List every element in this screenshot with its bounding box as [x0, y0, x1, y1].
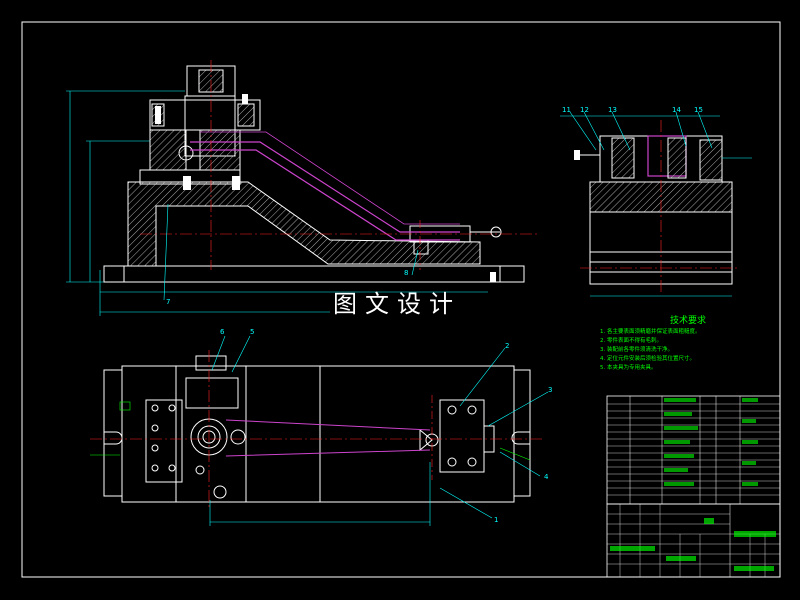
callout-5: 5 — [250, 328, 254, 336]
callout-1: 1 — [494, 516, 498, 524]
technical-requirements: 技术要求 1. 各主要表面须精磨并保证表面粗糙度。 2. 零件表面不得有毛刺。 … — [600, 313, 780, 373]
callout-11: 11 — [562, 106, 571, 114]
callout-12: 12 — [580, 106, 589, 114]
callout-13: 13 — [608, 106, 617, 114]
tech-requirement-item: 2. 零件表面不得有毛刺。 — [600, 338, 662, 344]
tech-requirement-item: 3. 装配前各零件须清洗干净。 — [600, 347, 673, 353]
tech-requirements-title: 技术要求 — [670, 316, 707, 326]
tech-requirement-item: 5. 本夹具为专用夹具。 — [600, 365, 657, 371]
side-view — [560, 111, 752, 297]
callout-6: 6 — [220, 328, 225, 336]
watermark-text: 图文设计 — [333, 290, 461, 318]
front-view — [66, 60, 540, 316]
plan-view — [90, 335, 549, 526]
tech-requirement-item: 1. 各主要表面须精磨并保证表面粗糙度。 — [600, 329, 701, 335]
callout-3: 3 — [548, 386, 552, 394]
callout-8: 8 — [404, 269, 408, 277]
callout-4: 4 — [544, 473, 549, 481]
callout-7: 7 — [166, 298, 170, 306]
callout-15: 15 — [694, 106, 703, 114]
parts-list-table — [606, 395, 781, 505]
title-block — [606, 503, 781, 578]
tech-requirement-item: 4. 定位元件安装后须检验其位置尺寸。 — [600, 356, 695, 362]
callout-2: 2 — [505, 342, 509, 350]
callout-14: 14 — [672, 106, 681, 114]
